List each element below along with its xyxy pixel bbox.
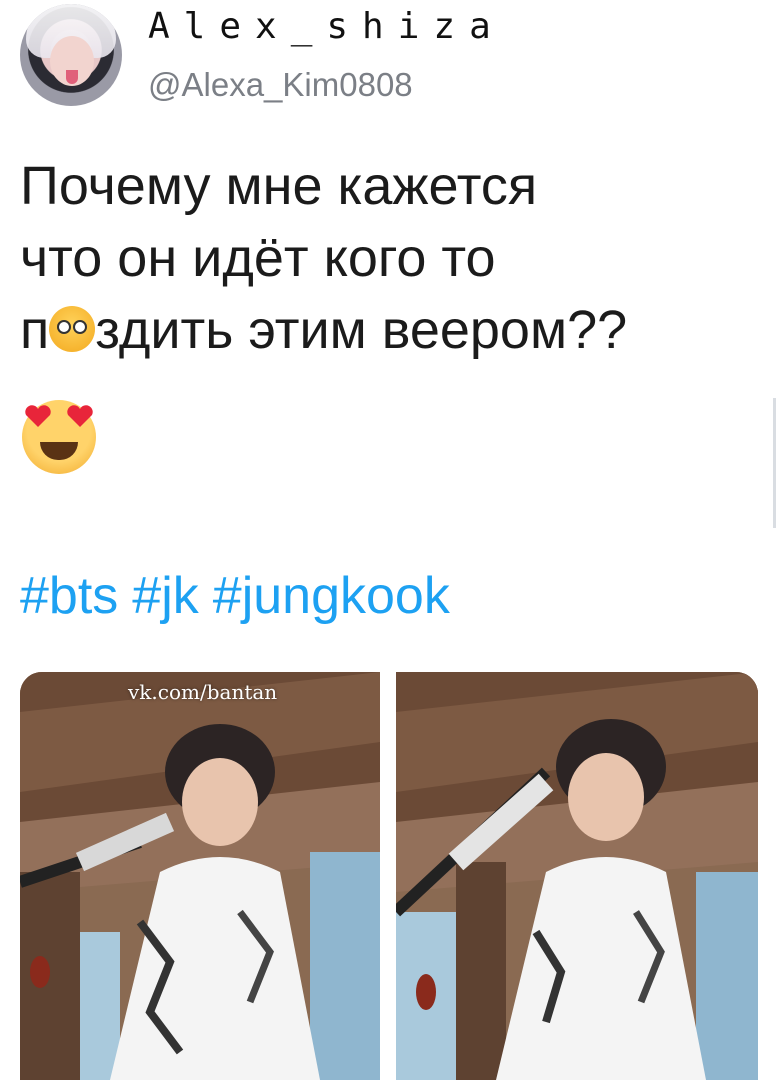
image-watermark: vk.com/bantan (128, 680, 278, 704)
hashtag-jungkook[interactable]: #jungkook (213, 567, 450, 625)
hashtag-jk[interactable]: #jk (132, 567, 198, 625)
tweet-line-3-start: п (20, 300, 50, 360)
tweet-line-2: что он идёт кого то (20, 228, 496, 288)
tweet-line-3-end: здить этим веером?? (95, 300, 628, 360)
tweet-text: Почему мне кажется что он идёт кого то п… (20, 150, 760, 366)
author-display-name[interactable]: Alex_shiza (148, 6, 505, 47)
hashtag-bts[interactable]: #bts (20, 567, 118, 625)
tweet-image-1[interactable] (20, 672, 380, 1080)
tweet-line-3: п здить этим веером?? (20, 294, 760, 366)
heart-eyes-emoji-icon (22, 400, 96, 474)
hashtags: #bts #jk #jungkook (20, 566, 464, 626)
author-avatar[interactable] (20, 4, 122, 106)
scream-cat-icon (49, 306, 96, 352)
tweet-image-2[interactable] (396, 672, 758, 1080)
tweet-line-1: Почему мне кажется (20, 156, 538, 216)
author-handle[interactable]: @Alexa_Kim0808 (148, 66, 413, 104)
